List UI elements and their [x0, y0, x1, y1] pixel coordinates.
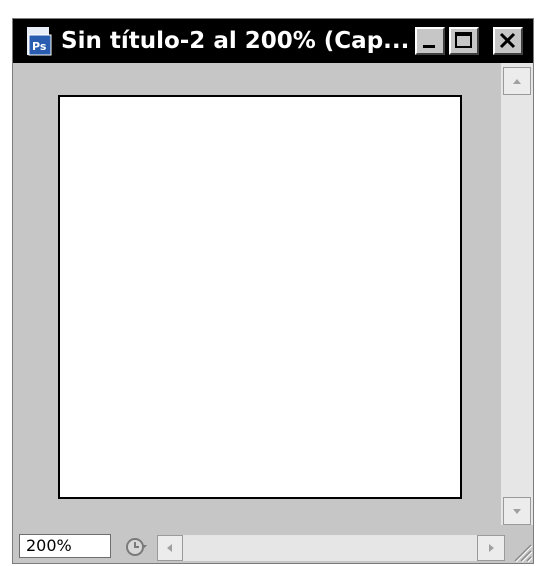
- scroll-left-button[interactable]: [157, 535, 183, 561]
- close-button[interactable]: [493, 27, 523, 55]
- canvas-area: [13, 63, 501, 525]
- maximize-icon: [455, 32, 472, 48]
- arrow-left-icon: [167, 544, 172, 552]
- document-window: Ps Sin título-2 al 200% (Cap... 200%: [12, 18, 534, 564]
- scroll-right-button[interactable]: [477, 535, 505, 561]
- scroll-up-button[interactable]: [503, 67, 531, 95]
- clock-icon: [126, 538, 147, 556]
- arrow-down-icon: [513, 509, 521, 514]
- vertical-scrollbar[interactable]: [501, 63, 533, 525]
- photoshop-icon: Ps: [27, 27, 52, 56]
- svg-text:Ps: Ps: [32, 40, 47, 53]
- status-menu-button[interactable]: [123, 535, 149, 559]
- minimize-icon: [423, 45, 435, 48]
- status-bar: 200%: [13, 525, 533, 563]
- horizontal-scrollbar[interactable]: [157, 535, 505, 561]
- close-icon: [499, 32, 516, 49]
- minimize-button[interactable]: [415, 27, 445, 55]
- window-title: Sin título-2 al 200% (Cap...: [61, 28, 410, 54]
- document-canvas[interactable]: [58, 95, 462, 499]
- scroll-down-button[interactable]: [503, 497, 531, 525]
- resize-grip-icon: [514, 544, 533, 563]
- title-bar[interactable]: Ps Sin título-2 al 200% (Cap...: [13, 19, 533, 63]
- maximize-button[interactable]: [449, 27, 479, 55]
- resize-grip[interactable]: [509, 539, 533, 563]
- arrow-right-icon: [489, 544, 494, 552]
- arrow-up-icon: [513, 79, 521, 84]
- zoom-input[interactable]: 200%: [19, 534, 111, 558]
